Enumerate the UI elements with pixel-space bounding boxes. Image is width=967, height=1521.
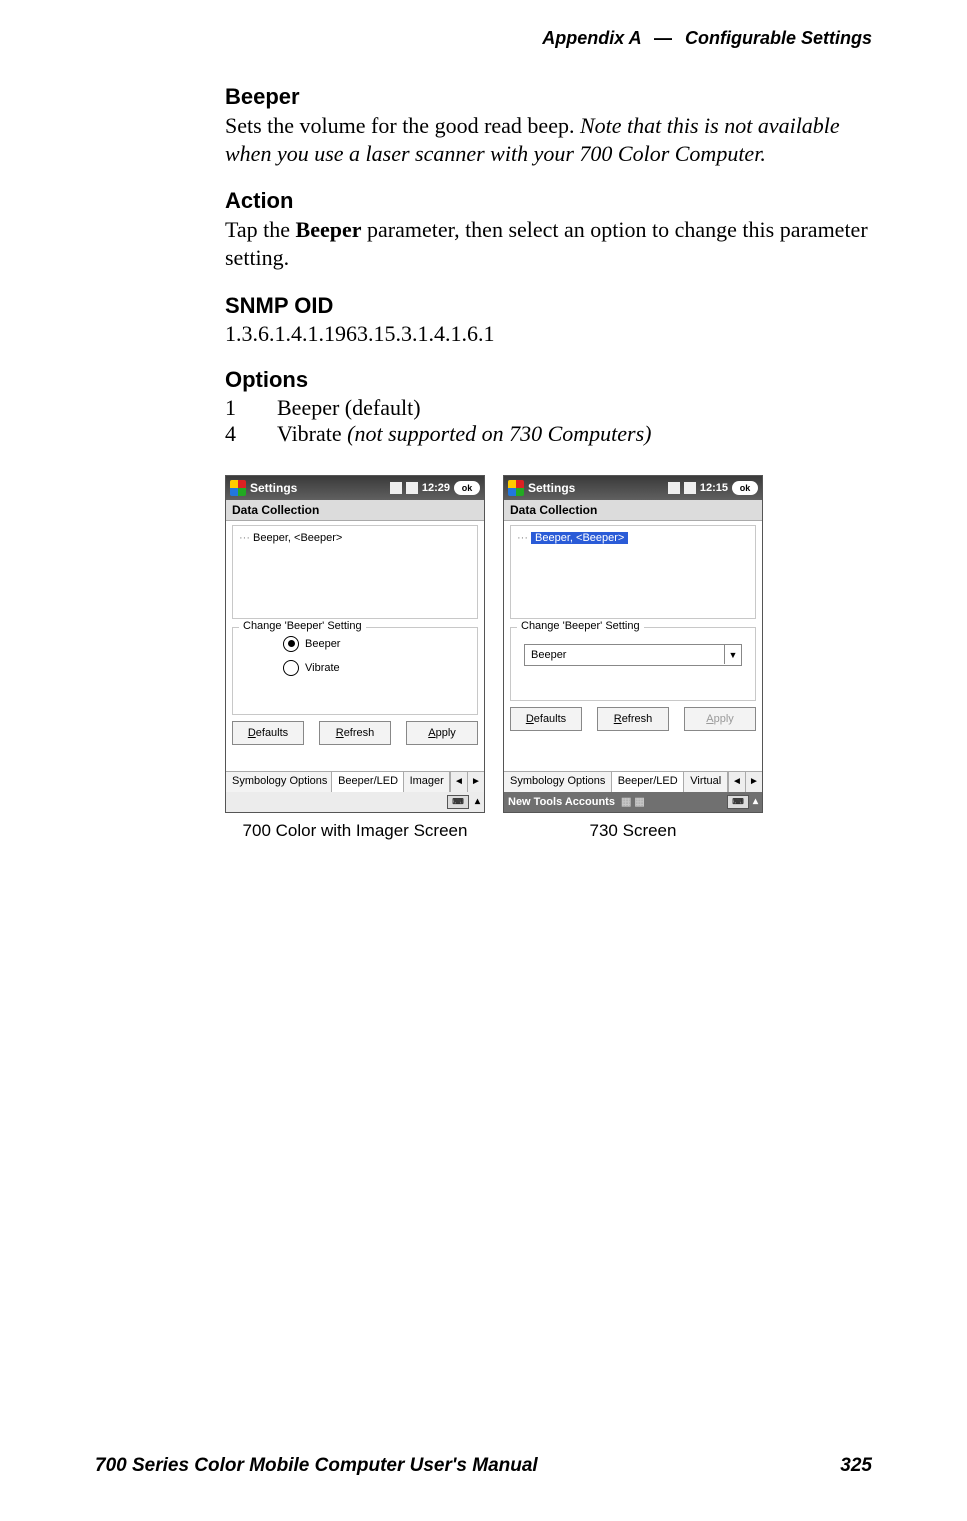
tab-beeper-led-left[interactable]: Beeper/LED <box>332 772 403 792</box>
footer-manual-title: 700 Series Color Mobile Computer User's … <box>95 1455 538 1477</box>
sip-up-icon[interactable]: ▴ <box>475 796 480 807</box>
radio-beeper-label: Beeper <box>305 638 340 650</box>
tab-imager-left[interactable]: Imager <box>404 772 450 792</box>
beeper-body: Sets the volume for the good read beep. … <box>225 112 885 168</box>
screenshot-730: Settings 12:15 ok Data Collection ··· Be… <box>503 475 763 841</box>
option-label-1: Beeper (default) <box>277 395 421 421</box>
tree-view-right[interactable]: ··· Beeper, <Beeper> <box>510 525 756 619</box>
option-label-4: Vibrate (not supported on 730 Computers) <box>277 421 651 447</box>
radio-beeper-row[interactable]: Beeper <box>283 636 467 652</box>
sip-up-icon[interactable]: ▴ <box>753 796 758 807</box>
refresh-button-left[interactable]: Refresh <box>319 721 391 745</box>
apply-button-left[interactable]: Apply <box>406 721 478 745</box>
option-num-4: 4 <box>225 421 277 447</box>
window-title-right: Settings <box>528 481 664 495</box>
caption-left: 700 Color with Imager Screen <box>225 821 485 841</box>
sip-bar-left: ⌨ ▴ <box>226 792 484 812</box>
change-setting-group-left: Change 'Beeper' Setting Beeper Vibrate <box>232 627 478 715</box>
group-legend-right: Change 'Beeper' Setting <box>517 620 644 632</box>
subtitle-left: Data Collection <box>226 500 484 521</box>
combo-value: Beeper <box>531 649 566 661</box>
option-row: 1 Beeper (default) <box>225 395 885 421</box>
start-flag-icon[interactable] <box>508 480 524 496</box>
tree-item-beeper-left[interactable]: Beeper, <Beeper> <box>253 532 342 544</box>
beeper-body-plain: Sets the volume for the good read beep. <box>225 113 580 138</box>
header-appendix: Appendix A <box>542 28 641 48</box>
sip-bar-right: New Tools Accounts ▦ ▦ ⌨ ▴ <box>504 792 762 812</box>
window-title-left: Settings <box>250 481 386 495</box>
screenshot-700-imager: Settings 12:29 ok Data Collection ··· Be… <box>225 475 485 841</box>
group-legend-left: Change 'Beeper' Setting <box>239 620 366 632</box>
snmp-oid-value: 1.3.6.1.4.1.1963.15.3.1.4.1.6.1 <box>225 321 885 347</box>
tab-scroll-right[interactable]: ► <box>745 772 762 792</box>
running-header: Appendix A — Configurable Settings <box>542 28 872 49</box>
heading-action: Action <box>225 188 885 214</box>
tab-symbology-left[interactable]: Symbology Options <box>226 772 332 792</box>
apply-button-right: Apply <box>684 707 756 731</box>
radio-vibrate-label: Vibrate <box>305 662 340 674</box>
keyboard-icon[interactable]: ⌨ <box>727 795 749 809</box>
sip-menu-text[interactable]: New Tools Accounts <box>508 796 615 808</box>
option-row: 4 Vibrate (not supported on 730 Computer… <box>225 421 885 447</box>
chevron-down-icon[interactable]: ▼ <box>724 645 741 664</box>
start-flag-icon[interactable] <box>230 480 246 496</box>
network-icon[interactable] <box>668 482 680 494</box>
tab-scroll-right[interactable]: ► <box>467 772 484 792</box>
caption-right: 730 Screen <box>503 821 763 841</box>
titlebar-right: Settings 12:15 ok <box>504 476 762 500</box>
header-dash: — <box>646 28 680 48</box>
network-icon[interactable] <box>390 482 402 494</box>
change-setting-group-right: Change 'Beeper' Setting Beeper ▼ <box>510 627 756 701</box>
option-num-1: 1 <box>225 395 277 421</box>
tab-beeper-led-right[interactable]: Beeper/LED <box>612 772 685 792</box>
heading-snmp: SNMP OID <box>225 293 885 319</box>
tree-item-beeper-right[interactable]: Beeper, <Beeper> <box>531 532 628 544</box>
radio-vibrate-row[interactable]: Vibrate <box>283 660 467 676</box>
option-label-4-plain: Vibrate <box>277 421 347 446</box>
action-bold: Beeper <box>296 217 362 242</box>
heading-options: Options <box>225 367 885 393</box>
refresh-button-right[interactable]: Refresh <box>597 707 669 731</box>
action-pre: Tap the <box>225 217 296 242</box>
tab-symbology-right[interactable]: Symbology Options <box>504 772 612 792</box>
footer-page-number: 325 <box>840 1455 872 1477</box>
radio-vibrate[interactable] <box>283 660 299 676</box>
ok-button-right[interactable]: ok <box>732 481 758 495</box>
ok-button-left[interactable]: ok <box>454 481 480 495</box>
clock-left: 12:29 <box>422 482 450 494</box>
tab-strip-left: Symbology Options Beeper/LED Imager ◄ ► <box>226 771 484 792</box>
volume-icon[interactable] <box>406 482 418 494</box>
defaults-button-left[interactable]: Defaults <box>232 721 304 745</box>
volume-icon[interactable] <box>684 482 696 494</box>
keyboard-icon[interactable]: ⌨ <box>447 795 469 809</box>
titlebar-left: Settings 12:29 ok <box>226 476 484 500</box>
page-footer: 700 Series Color Mobile Computer User's … <box>95 1455 872 1477</box>
tab-scroll-left[interactable]: ◄ <box>728 772 745 792</box>
tab-virtual-right[interactable]: Virtual <box>684 772 728 792</box>
radio-beeper[interactable] <box>283 636 299 652</box>
clock-right: 12:15 <box>700 482 728 494</box>
tab-strip-right: Symbology Options Beeper/LED Virtual ◄ ► <box>504 771 762 792</box>
option-label-4-italic: (not supported on 730 Computers) <box>347 421 651 446</box>
subtitle-right: Data Collection <box>504 500 762 521</box>
action-body: Tap the Beeper parameter, then select an… <box>225 216 885 272</box>
tree-view-left[interactable]: ··· Beeper, <Beeper> <box>232 525 478 619</box>
tab-scroll-left[interactable]: ◄ <box>450 772 467 792</box>
header-title: Configurable Settings <box>685 28 872 48</box>
defaults-button-right[interactable]: Defaults <box>510 707 582 731</box>
heading-beeper: Beeper <box>225 84 885 110</box>
beeper-combo[interactable]: Beeper ▼ <box>524 644 742 666</box>
